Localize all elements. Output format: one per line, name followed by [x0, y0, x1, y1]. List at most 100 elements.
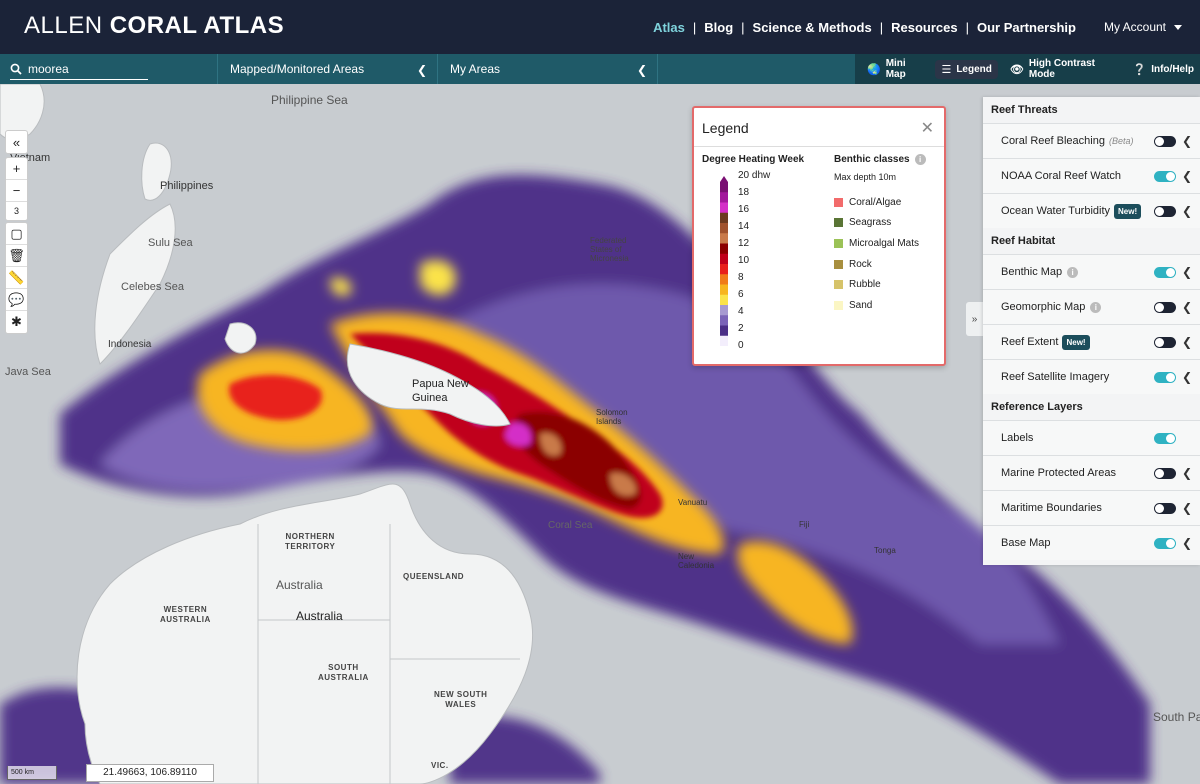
info-icon[interactable]: i — [1090, 301, 1102, 313]
layer-toggle[interactable] — [1154, 503, 1176, 514]
map-label-vanuatu: Vanuatu — [678, 498, 708, 507]
double-chevron-left-icon[interactable]: « — [6, 131, 27, 153]
my-areas-dropdown[interactable]: My Areas ❮ — [437, 54, 657, 84]
layer-toggle[interactable] — [1154, 468, 1176, 479]
layer-row[interactable]: Reef Satellite Imagery ❮ — [983, 359, 1200, 394]
collapse-controls: « — [5, 130, 28, 154]
layer-row[interactable]: Marine Protected Areas ❮ — [983, 455, 1200, 490]
dhw-label: 8 — [738, 272, 744, 283]
layer-toggle[interactable] — [1154, 302, 1176, 313]
benthic-list: Coral/Algae Seagrass Microalgal Mats Rock Ru… — [834, 192, 919, 316]
chevron-left-icon[interactable]: ❮ — [1182, 370, 1192, 384]
chevron-left-icon[interactable]: ❮ — [1182, 536, 1192, 550]
layer-row[interactable]: Coral Reef Bleaching (Beta) ❮ — [983, 123, 1200, 158]
dhw-scale-segment — [720, 223, 728, 234]
panel-section-title: Reef Threats — [991, 104, 1058, 116]
dhw-scale-segment — [720, 274, 728, 285]
chevron-left-icon[interactable]: ❮ — [1182, 501, 1192, 515]
my-account-menu[interactable]: My Account — [1104, 20, 1182, 34]
layer-label: NOAA Coral Reef Watch — [1001, 170, 1122, 182]
nav-blog[interactable]: Blog — [696, 20, 741, 35]
chevron-down-icon — [1174, 24, 1182, 30]
chevron-left-icon[interactable]: ❮ — [1182, 335, 1192, 349]
layer-row[interactable]: Ocean Water Turbidity New! ❮ — [983, 193, 1200, 228]
new-badge: New! — [1062, 334, 1090, 350]
map-label-fiji: Fiji — [799, 520, 810, 529]
layer-row[interactable]: Geomorphic Map i ❮ — [983, 289, 1200, 324]
info-icon[interactable]: i — [914, 154, 926, 165]
map-label-papua-new-guinea: Papua New Guinea — [412, 378, 469, 404]
info-icon[interactable]: i — [1067, 266, 1079, 278]
map-label-new-caledonia: New Caledonia — [678, 552, 715, 570]
mini-map-button[interactable]: 🌏 Mini Map — [861, 55, 929, 83]
nav-science-methods[interactable]: Science & Methods — [745, 20, 880, 35]
benthic-class-item: Rubble — [834, 274, 919, 295]
share-icon[interactable]: ✱ — [6, 311, 27, 333]
dhw-scale-segment — [720, 335, 728, 346]
benthic-title: Benthic classes i — [834, 154, 926, 165]
close-icon[interactable]: ✕ — [921, 118, 934, 138]
dhw-scale-segment — [720, 325, 728, 337]
layer-toggle[interactable] — [1154, 372, 1176, 383]
nav-resources[interactable]: Resources — [883, 20, 965, 35]
nav-atlas[interactable]: Atlas — [645, 20, 693, 35]
map-label-australia: Australia — [276, 578, 323, 592]
dhw-scale-segment — [720, 315, 728, 326]
layer-row[interactable]: NOAA Coral Reef Watch ❮ — [983, 158, 1200, 193]
layer-row[interactable]: Base Map ❮ — [983, 525, 1200, 560]
chevron-left-icon[interactable]: ❮ — [1182, 204, 1192, 218]
chevron-left-icon[interactable]: ❮ — [1182, 134, 1192, 148]
benthic-title-text: Benthic classes — [834, 154, 910, 165]
layer-toggle[interactable] — [1154, 206, 1176, 217]
layer-toggle[interactable] — [1154, 267, 1176, 278]
zoom-out-button[interactable]: − — [6, 180, 27, 202]
zoom-in-button[interactable]: + — [6, 158, 27, 180]
site-logo[interactable]: ALLEN CORAL ATLAS — [24, 12, 284, 40]
new-badge: New! — [1114, 203, 1142, 219]
ruler-icon[interactable]: 📏 — [6, 267, 27, 289]
chevron-left-icon[interactable]: ❮ — [1182, 300, 1192, 314]
layer-row[interactable]: Reef Extent New! ❮ — [983, 324, 1200, 359]
layer-toggle[interactable] — [1154, 136, 1176, 147]
layer-row[interactable]: Labels — [983, 420, 1200, 455]
high-contrast-label: High Contrast Mode — [1028, 58, 1095, 80]
map-label-philippine-sea: Philippine Sea — [271, 93, 348, 107]
layer-row[interactable]: Benthic Map i ❮ — [983, 254, 1200, 289]
layer-row[interactable]: Maritime Boundaries ❮ — [983, 490, 1200, 525]
chevron-left-icon[interactable]: ❮ — [1182, 265, 1192, 279]
drawing-tools: ▢ 🗑 📏 💬 ✱ — [5, 222, 28, 334]
info-help-button[interactable]: ❔ Info/Help — [1127, 60, 1200, 79]
benthic-label: Microalgal Mats — [849, 237, 920, 249]
map-label-vic: VIC. — [431, 761, 449, 770]
layer-toggle[interactable] — [1154, 337, 1176, 348]
dhw-label: 12 — [738, 238, 750, 249]
map-label-philippines: Philippines — [160, 180, 214, 192]
chevron-left-icon[interactable]: ❮ — [1182, 169, 1192, 183]
map-label-micronesia: Federated States of Micronesia — [590, 236, 629, 263]
trash-icon[interactable]: 🗑 — [6, 245, 27, 267]
dhw-label: 0 — [738, 340, 744, 351]
search-input[interactable] — [28, 62, 138, 76]
legend-button[interactable]: ☰ Legend — [935, 59, 998, 79]
comment-icon[interactable]: 💬 — [6, 289, 27, 311]
dhw-scale-segment — [720, 264, 728, 275]
dhw-label: 4 — [738, 306, 744, 317]
dhw-label: 18 — [738, 187, 750, 198]
panel-collapse-button[interactable]: » — [966, 302, 983, 336]
layer-toggle[interactable] — [1154, 538, 1176, 549]
zoom-controls: + − 3 — [5, 157, 28, 221]
layer-toggle[interactable] — [1154, 433, 1176, 444]
layer-label: Maritime Boundaries — [1001, 502, 1102, 514]
mapped-areas-dropdown[interactable]: Mapped/Monitored Areas ❮ — [217, 54, 437, 84]
draw-polygon-icon[interactable]: ▢ — [6, 223, 27, 245]
layer-label: Ocean Water Turbidity — [1001, 205, 1111, 217]
main-nav: Atlas | Blog | Science & Methods | Resou… — [645, 0, 1182, 54]
nav-our-partnership[interactable]: Our Partnership — [969, 20, 1084, 35]
high-contrast-button[interactable]: 👁 High Contrast Mode — [1004, 55, 1121, 83]
benthic-label: Rock — [849, 258, 872, 270]
layer-toggle[interactable] — [1154, 171, 1176, 182]
zoom-level: 3 — [13, 206, 19, 216]
layer-label: Benthic Map — [1001, 266, 1063, 278]
chevron-left-icon[interactable]: ❮ — [1182, 466, 1192, 480]
dhw-scale-segment — [720, 305, 728, 316]
